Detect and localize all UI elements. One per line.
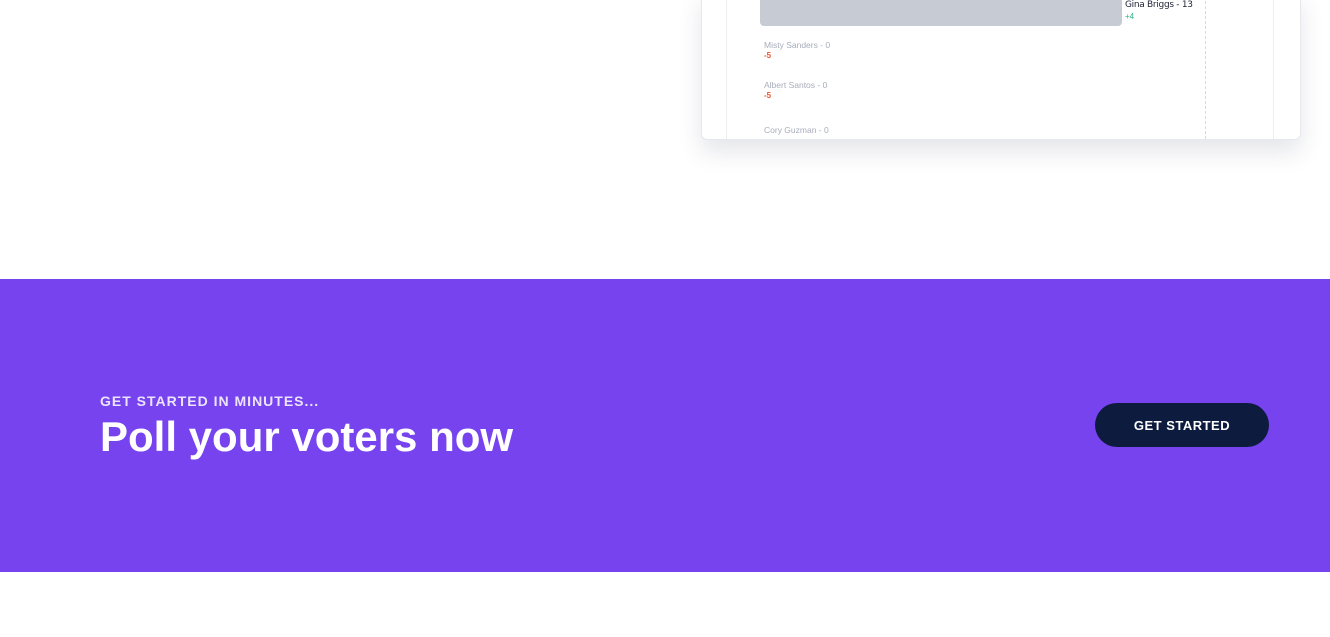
cta-eyebrow: GET STARTED IN MINUTES... xyxy=(100,393,320,409)
chart-reference-line xyxy=(1205,0,1206,139)
cta-headline: Poll your voters now xyxy=(100,413,514,460)
chart-border-right xyxy=(1273,0,1274,139)
chart-border-left xyxy=(726,0,727,139)
candidate-label: Albert Santos - 0 xyxy=(764,80,828,90)
leader-vote-bar xyxy=(760,0,1122,26)
leader-delta: +4 xyxy=(1125,12,1135,21)
candidate-delta: -5 xyxy=(764,51,772,60)
get-started-button[interactable]: GET STARTED xyxy=(1095,403,1269,447)
candidate-label: Misty Sanders - 0 xyxy=(764,40,831,50)
leader-label: Gina Briggs - 13 xyxy=(1125,0,1193,10)
poll-results-preview: Gina Briggs - 13 +4 Misty Sanders - 0 -5… xyxy=(701,0,1301,140)
candidate-delta: -5 xyxy=(764,91,772,100)
cta-banner: GET STARTED IN MINUTES... Poll your vote… xyxy=(0,279,1330,572)
candidate-label: Cory Guzman - 0 xyxy=(764,125,829,135)
